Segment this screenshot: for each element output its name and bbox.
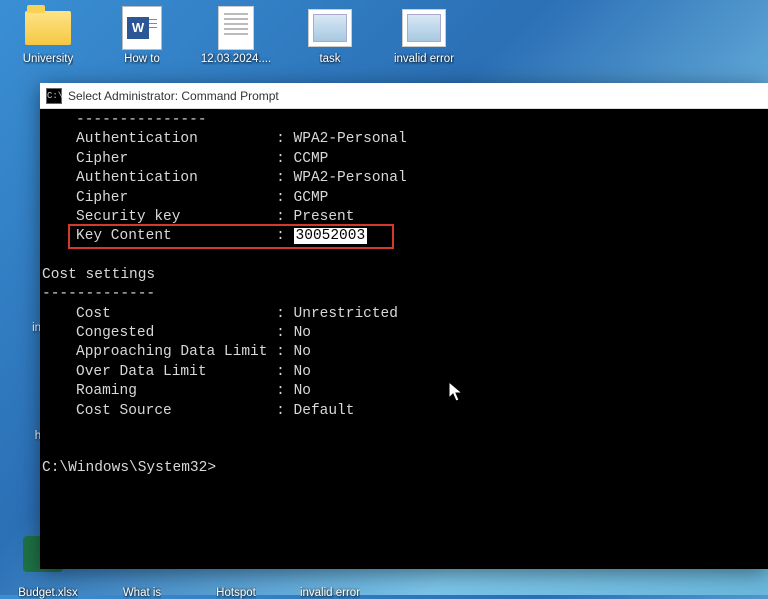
task-img[interactable]: task [292, 6, 368, 65]
cmd-output-row: Key Content : 30052003 [40, 227, 764, 246]
desktop-icon-bottom[interactable]: Budget.xlsx [10, 584, 86, 599]
desktop-icon-label: What is [123, 587, 161, 599]
cmd-key: Authentication [40, 169, 198, 188]
desktop-icon-label: Budget.xlsx [18, 587, 77, 599]
folder-icon [22, 6, 74, 50]
cmd-value: GCMP [294, 189, 329, 208]
desktop-icons-top: University How to 12.03.2024.... task invali… [0, 0, 768, 65]
invalid-err-img[interactable]: invalid error [386, 6, 462, 65]
cmd-value: No [294, 343, 311, 362]
cmd-output-row: Congested : No [40, 324, 764, 343]
cmd-value: Unrestricted [294, 305, 398, 324]
desktop-icon-bottom[interactable]: What is [104, 584, 180, 599]
desktop-icons-bottom: Budget.xlsx What is Hotspot invalid error [10, 584, 368, 599]
cmd-key: Key Content [40, 227, 172, 246]
dash-line: --------------- [40, 111, 764, 130]
cmd-key: Over Data Limit [40, 363, 207, 382]
dash-line: ------------- [40, 285, 764, 304]
desktop-icon-label: 12.03.2024.... [201, 53, 271, 65]
cmd-output-row: Roaming : No [40, 382, 764, 401]
cmd-output-row: Cipher : GCMP [40, 189, 764, 208]
cmd-output-row: Authentication : WPA2-Personal [40, 130, 764, 149]
cmd-output-row: Cost Source : Default [40, 402, 764, 421]
cmd-titlebar[interactable]: C:\ Select Administrator: Command Prompt [40, 83, 768, 109]
cmd-key: Cipher [40, 150, 128, 169]
cmd-value: Default [294, 402, 355, 421]
cmd-key: Roaming [40, 382, 137, 401]
command-prompt-window[interactable]: C:\ Select Administrator: Command Prompt… [40, 83, 768, 569]
desktop-icon-label: Hotspot [216, 587, 256, 599]
screenshot-icon [398, 6, 450, 50]
howto-doc[interactable]: How to [104, 6, 180, 65]
cmd-key: Security key [40, 208, 180, 227]
cmd-output-row: Authentication : WPA2-Personal [40, 169, 764, 188]
cmd-value: WPA2-Personal [294, 169, 407, 188]
desktop-icon-label: invalid error [300, 587, 360, 599]
cmd-key: Cipher [40, 189, 128, 208]
cmd-value: No [294, 363, 311, 382]
screenshot-icon [304, 6, 356, 50]
cmd-output-row: Over Data Limit : No [40, 363, 764, 382]
cmd-output-row: Cost : Unrestricted [40, 305, 764, 324]
desktop-icon-label: University [23, 53, 73, 65]
desktop-icon-label: invalid error [394, 53, 454, 65]
cmd-output-row: Security key : Present [40, 208, 764, 227]
cmd-body[interactable]: --------------- Authentication : WPA2-Pe… [40, 109, 768, 569]
university-folder[interactable]: University [10, 6, 86, 65]
cmd-value: Present [294, 208, 355, 227]
cmd-key: Authentication [40, 130, 198, 149]
word-icon [116, 6, 168, 50]
text-icon [210, 6, 262, 50]
cmd-key: Approaching Data Limit [40, 343, 267, 362]
cost-settings-header: Cost settings [40, 266, 764, 285]
highlighted-value: 30052003 [294, 228, 368, 244]
cmd-value: No [294, 382, 311, 401]
cmd-key: Cost [40, 305, 111, 324]
prompt-line[interactable]: C:\Windows\System32> [40, 459, 764, 478]
cmd-value: No [294, 324, 311, 343]
cmd-value: CCMP [294, 150, 329, 169]
date-text[interactable]: 12.03.2024.... [198, 6, 274, 65]
cmd-key: Cost Source [40, 402, 172, 421]
desktop-icon-label: How to [124, 53, 160, 65]
desktop-icon-bottom[interactable]: Hotspot [198, 584, 274, 599]
desktop-icon-label: task [319, 53, 340, 65]
cmd-output-row: Approaching Data Limit : No [40, 343, 764, 362]
desktop-icon-bottom[interactable]: invalid error [292, 584, 368, 599]
cmd-title: Select Administrator: Command Prompt [68, 89, 279, 103]
cmd-icon: C:\ [46, 88, 62, 104]
cmd-key: Congested [40, 324, 154, 343]
cmd-value: WPA2-Personal [294, 130, 407, 149]
cmd-output-row: Cipher : CCMP [40, 150, 764, 169]
